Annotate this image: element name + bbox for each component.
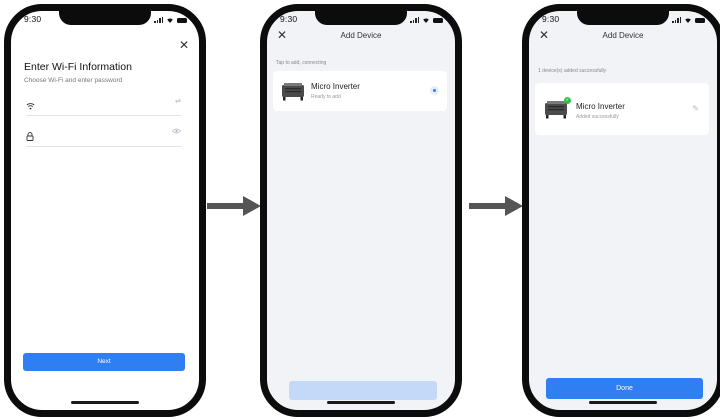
signal-icon xyxy=(672,17,681,23)
header-title: Add Device xyxy=(340,31,382,40)
device-card[interactable]: Micro Inverter Ready to add xyxy=(273,71,447,111)
device-name: Micro Inverter xyxy=(576,102,625,111)
device-status: Added successfully xyxy=(576,114,619,120)
done-button[interactable]: Done xyxy=(546,378,703,399)
phone-screen-wifi: 9:30 ✕ Enter Wi-Fi Information Choose Wi… xyxy=(4,4,206,417)
header-title: Add Device xyxy=(602,31,644,40)
page-subtitle: Choose Wi-Fi and enter password xyxy=(24,77,123,84)
arrow-right-icon xyxy=(469,196,523,216)
phone-screen-added: 9:30 ✕ Add Device 1 device(s) added succ… xyxy=(522,4,720,417)
status-icons xyxy=(672,17,705,23)
hint-text: Tap to add, connecting xyxy=(276,60,327,66)
success-check-icon: ✓ xyxy=(564,97,571,104)
eye-icon[interactable] xyxy=(172,128,181,136)
battery-icon xyxy=(177,17,187,23)
status-icons xyxy=(410,17,443,23)
hint-text: 1 device(s) added successfully xyxy=(538,68,607,74)
device-card[interactable]: ✓ Micro Inverter Added successfully ✎ xyxy=(535,83,709,135)
status-time: 9:30 xyxy=(24,14,42,24)
add-button[interactable] xyxy=(289,381,437,400)
wifi-icon xyxy=(26,97,35,115)
wifi-status-icon xyxy=(685,18,691,23)
close-icon[interactable]: ✕ xyxy=(179,39,189,51)
micro-inverter-icon xyxy=(281,81,305,106)
password-input[interactable] xyxy=(44,127,165,141)
device-name: Micro Inverter xyxy=(311,82,360,91)
home-indicator xyxy=(327,401,395,404)
arrow-right-icon xyxy=(207,196,261,216)
battery-icon xyxy=(433,17,443,23)
wifi-status-icon xyxy=(167,18,173,23)
selected-radio-icon[interactable] xyxy=(430,86,439,95)
wifi-field[interactable]: ⇌ xyxy=(26,93,181,116)
home-indicator xyxy=(71,401,139,404)
status-icons xyxy=(154,17,187,23)
signal-icon xyxy=(410,17,419,23)
phone-screen-add-device: 9:30 ✕ Add Device Tap to add, connecting… xyxy=(260,4,462,417)
wifi-switch-icon[interactable]: ⇌ xyxy=(175,97,181,105)
status-time: 9:30 xyxy=(542,14,560,24)
status-bar: 9:30 xyxy=(529,14,717,30)
status-time: 9:30 xyxy=(280,14,298,24)
edit-pencil-icon[interactable]: ✎ xyxy=(692,104,699,113)
page-title: Enter Wi-Fi Information xyxy=(24,61,132,73)
battery-icon xyxy=(695,17,705,23)
status-bar: 9:30 xyxy=(267,14,455,30)
lock-icon xyxy=(26,128,34,146)
device-status: Ready to add xyxy=(311,94,341,100)
wifi-name-input[interactable] xyxy=(44,96,165,110)
home-indicator xyxy=(589,401,657,404)
signal-icon xyxy=(154,17,163,23)
next-button[interactable]: Next xyxy=(23,353,185,371)
password-field[interactable] xyxy=(26,124,181,147)
status-bar: 9:30 xyxy=(11,14,199,30)
wifi-status-icon xyxy=(423,18,429,23)
